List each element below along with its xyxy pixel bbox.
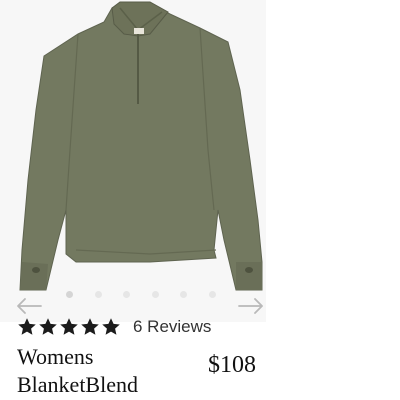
product-title-line: BlanketBlend — [17, 372, 138, 397]
carousel-next-button[interactable] — [237, 292, 265, 320]
carousel-dot[interactable] — [94, 290, 102, 298]
star-rating — [17, 317, 121, 337]
carousel-dot[interactable] — [123, 290, 131, 298]
star-icon — [39, 318, 57, 335]
star-icon — [81, 318, 99, 335]
product-title[interactable]: Womens BlanketBlend — [17, 343, 197, 399]
star-icon — [102, 318, 120, 335]
carousel-dot[interactable] — [151, 290, 159, 298]
carousel-dots — [66, 290, 216, 298]
carousel-dot[interactable] — [180, 290, 188, 298]
product-title-line: Womens — [17, 344, 94, 369]
star-icon — [60, 318, 78, 335]
pullover-illustration — [19, 1, 263, 291]
carousel-dot[interactable] — [208, 290, 216, 298]
product-image[interactable] — [0, 0, 266, 322]
arrow-right-icon — [238, 298, 263, 314]
star-icon — [18, 318, 36, 335]
reviews-link[interactable]: 6 Reviews — [133, 317, 211, 337]
rating-summary: 6 Reviews — [17, 314, 211, 340]
product-price: $108 — [208, 352, 256, 378]
carousel-dot[interactable] — [66, 290, 73, 298]
arrow-left-icon — [17, 298, 42, 314]
